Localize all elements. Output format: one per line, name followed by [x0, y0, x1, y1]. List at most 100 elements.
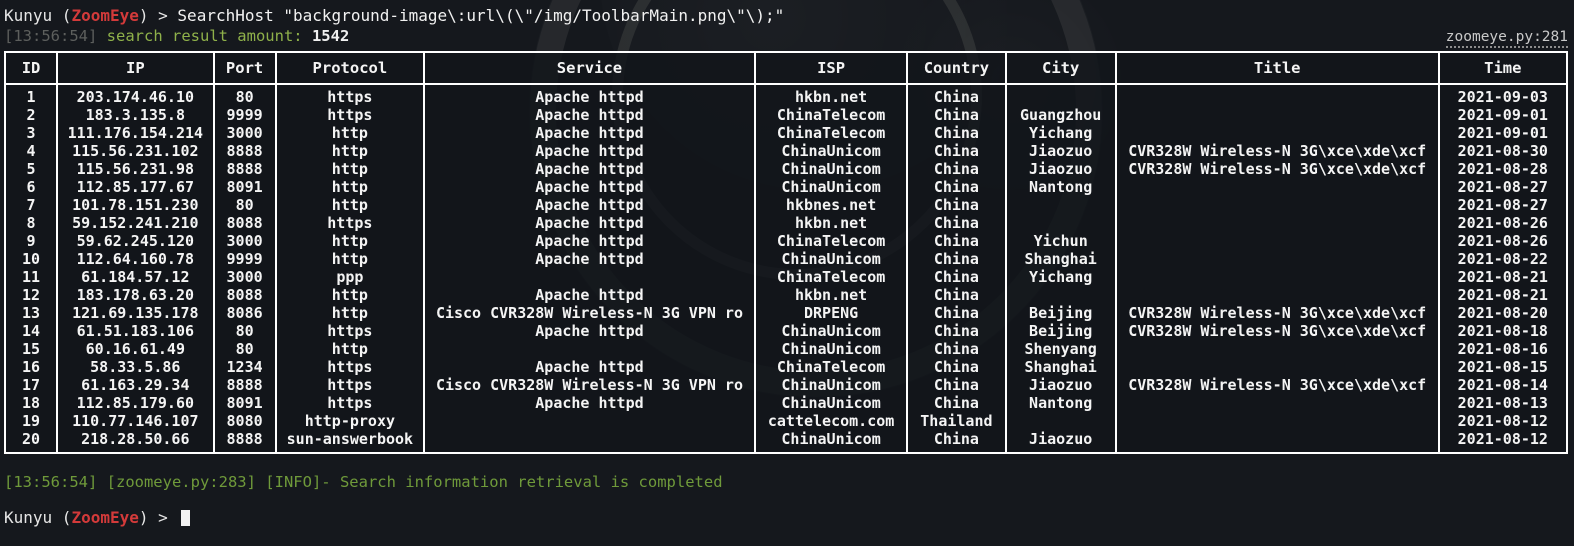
cell-isp: hkbnes.net — [753, 196, 907, 214]
cell-service: Apache httpd — [423, 106, 754, 124]
cell-id: 14 — [4, 322, 57, 340]
cell-isp: ChinaUnicom — [753, 178, 907, 196]
table-row: 18 112.85.179.60 8091 https Apache httpd Chin… — [4, 394, 1568, 412]
cell-service: Apache httpd — [423, 322, 754, 340]
cell-ip: 59.152.241.210 — [56, 214, 213, 232]
cell-id: 8 — [4, 214, 57, 232]
cell-port: 8091 — [212, 178, 275, 196]
cell-service: Apache httpd — [423, 358, 754, 376]
cell-port: 8088 — [212, 286, 275, 304]
prompt-close-paren: ) — [138, 6, 149, 25]
cell-city: Shenyang — [1004, 340, 1115, 358]
column-header-protocol[interactable]: Protocol — [274, 51, 424, 85]
cell-service: Apache httpd — [423, 196, 754, 214]
cell-city: Nantong — [1004, 394, 1115, 412]
cell-city — [1004, 85, 1115, 106]
cell-service — [423, 430, 754, 454]
cell-city — [1004, 196, 1115, 214]
bottom-prompt-line[interactable]: Kunyu (ZoomEye) > — [0, 492, 1574, 528]
cell-ip: 121.69.135.178 — [56, 304, 213, 322]
cell-protocol: http — [274, 250, 424, 268]
cell-isp: ChinaUnicom — [753, 322, 907, 340]
cell-isp: hkbn.net — [753, 85, 907, 106]
table-row: 2 183.3.135.8 9999 https Apache httpd ChinaTe… — [4, 106, 1568, 124]
column-header-isp[interactable]: ISP — [753, 51, 907, 85]
cell-service: Apache httpd — [423, 232, 754, 250]
cell-country: China — [906, 250, 1005, 268]
column-header-city[interactable]: City — [1004, 51, 1115, 85]
cell-id: 15 — [4, 340, 57, 358]
cell-city: Guangzhou — [1004, 106, 1115, 124]
cell-id: 17 — [4, 376, 57, 394]
column-header-id[interactable]: ID — [4, 51, 57, 85]
cell-service: Apache httpd — [423, 250, 754, 268]
cell-service: Apache httpd — [423, 286, 754, 304]
cell-port: 80 — [212, 85, 275, 106]
cell-city: Nantong — [1004, 178, 1115, 196]
column-header-ip[interactable]: IP — [56, 51, 213, 85]
cell-title: CVR328W Wireless-N 3G\xce\xde\xcf — [1114, 322, 1438, 340]
cell-isp: ChinaUnicom — [753, 376, 907, 394]
cell-country: China — [906, 232, 1005, 250]
cell-ip: 61.51.183.106 — [56, 322, 213, 340]
cell-isp: ChinaTelecom — [753, 106, 907, 124]
info-log-line: [13:56:54] [zoomeye.py:283] [INFO]- Sear… — [4, 473, 723, 491]
cell-protocol: http — [274, 142, 424, 160]
cell-id: 20 — [4, 430, 57, 454]
cell-port: 3000 — [212, 124, 275, 142]
cell-isp: ChinaUnicom — [753, 160, 907, 178]
cell-title — [1114, 340, 1438, 358]
cell-port: 8091 — [212, 394, 275, 412]
cell-title — [1114, 286, 1438, 304]
table-row: 5 115.56.231.98 8888 http Apache httpd ChinaU… — [4, 160, 1568, 178]
cell-title — [1114, 196, 1438, 214]
table-row: 4 115.56.231.102 8888 http Apache httpd China… — [4, 142, 1568, 160]
cell-ip: 59.62.245.120 — [56, 232, 213, 250]
cell-time: 2021-08-13 — [1437, 394, 1568, 412]
bottom-prompt-brand: ZoomEye — [71, 508, 139, 527]
cell-city: Yichun — [1004, 232, 1115, 250]
column-header-port[interactable]: Port — [212, 51, 275, 85]
cell-isp: hkbn.net — [753, 214, 907, 232]
cell-isp: ChinaTelecom — [753, 124, 907, 142]
cell-city: Jiaozuo — [1004, 160, 1115, 178]
column-header-time[interactable]: Time — [1437, 51, 1568, 85]
cell-id: 4 — [4, 142, 57, 160]
cell-city: Jiaozuo — [1004, 430, 1115, 454]
cell-protocol: http — [274, 178, 424, 196]
cell-time: 2021-08-26 — [1437, 214, 1568, 232]
cell-ip: 183.178.63.20 — [56, 286, 213, 304]
table-row: 1 203.174.46.10 80 https Apache httpd hkbn.ne… — [4, 85, 1568, 106]
cell-time: 2021-08-20 — [1437, 304, 1568, 322]
cell-protocol: https — [274, 358, 424, 376]
result-timestamp: [13:56:54] — [4, 27, 98, 45]
cell-country: China — [906, 106, 1005, 124]
cell-country: China — [906, 286, 1005, 304]
cell-time: 2021-09-03 — [1437, 85, 1568, 106]
table-row: 15 60.16.61.49 80 http ChinaUnicom China Sheny… — [4, 340, 1568, 358]
table-row: 13 121.69.135.178 8086 http Cisco CVR328W Wi… — [4, 304, 1568, 322]
cell-country: China — [906, 160, 1005, 178]
cell-protocol: https — [274, 106, 424, 124]
text-cursor[interactable] — [181, 510, 191, 526]
column-header-country[interactable]: Country — [906, 51, 1005, 85]
column-header-service[interactable]: Service — [423, 51, 754, 85]
result-count: 1542 — [311, 27, 350, 45]
cell-time: 2021-08-21 — [1437, 286, 1568, 304]
cell-protocol: http — [274, 304, 424, 322]
entered-command: SearchHost "background-image\:url\(\"/im… — [177, 6, 785, 25]
cell-ip: 111.176.154.214 — [56, 124, 213, 142]
column-header-title[interactable]: Title — [1114, 51, 1438, 85]
cell-country: Thailand — [906, 412, 1005, 430]
cell-time: 2021-08-15 — [1437, 358, 1568, 376]
cell-time: 2021-08-12 — [1437, 430, 1568, 454]
table-header-row: ID IP Port Protocol Service ISP Country … — [4, 51, 1568, 85]
cell-port: 80 — [212, 340, 275, 358]
cell-port: 8888 — [212, 430, 275, 454]
cell-isp: ChinaUnicom — [753, 340, 907, 358]
cell-city: Beijing — [1004, 304, 1115, 322]
cell-ip: 61.184.57.12 — [56, 268, 213, 286]
cell-title — [1114, 358, 1438, 376]
cell-id: 1 — [4, 85, 57, 106]
cell-country: China — [906, 394, 1005, 412]
